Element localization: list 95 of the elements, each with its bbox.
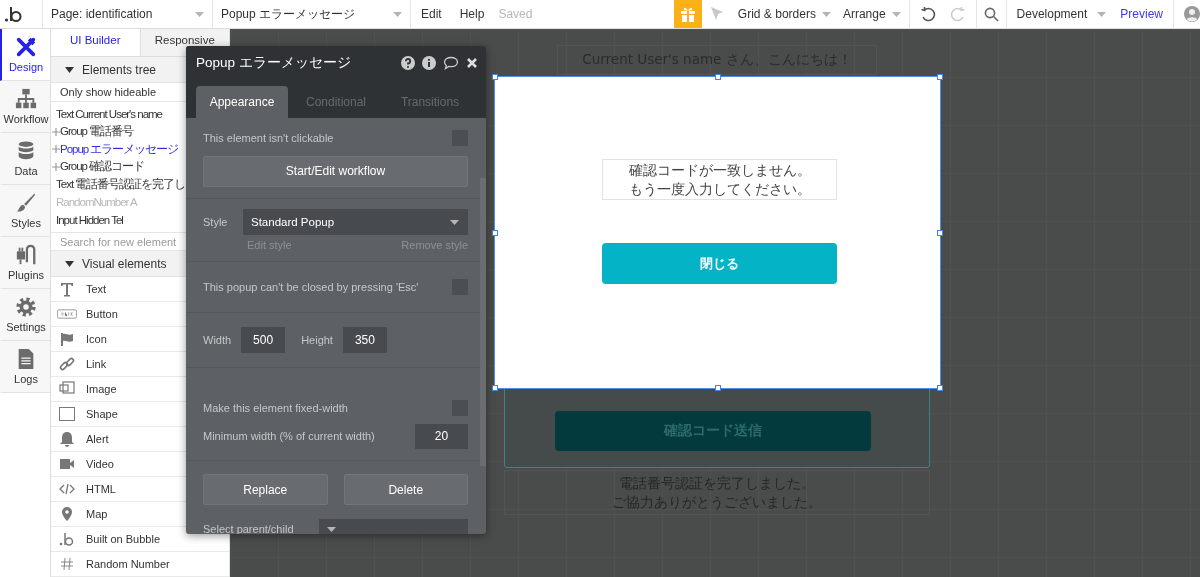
- arrange-menu[interactable]: Arrange: [836, 0, 910, 28]
- nav-tab[interactable]: Plugins: [0, 237, 50, 289]
- scrollbar[interactable]: [480, 178, 486, 466]
- popup-element[interactable]: 確認コードが一致しません。 もう一度入力してください。 閉じる: [495, 77, 940, 388]
- caret-icon: [195, 11, 204, 17]
- element-item[interactable]: Icon: [56, 331, 107, 347]
- element-item[interactable]: Built on Bubble: [56, 531, 160, 547]
- style-dropdown[interactable]: Standard Popup: [243, 209, 468, 235]
- action-button[interactable]: Delete: [343, 474, 468, 505]
- comment-icon[interactable]: [443, 56, 459, 70]
- caret-icon: [327, 526, 336, 532]
- tree-item[interactable]: Group 確認コード: [52, 158, 145, 176]
- caret-icon: [393, 11, 402, 17]
- element-item[interactable]: Video: [56, 456, 114, 472]
- nav-tab[interactable]: Logs: [0, 341, 50, 393]
- save-status: Saved: [498, 7, 533, 21]
- section-title: Visual elements: [82, 256, 167, 271]
- resize-handle[interactable]: [937, 74, 943, 80]
- close-button: 閉じる: [602, 243, 837, 284]
- design-icon: [15, 36, 37, 58]
- tree-item[interactable]: Popup エラーメッセージ: [52, 140, 179, 159]
- undo-icon[interactable]: [919, 6, 936, 22]
- resize-handle[interactable]: [714, 74, 721, 80]
- element-item[interactable]: Link: [56, 356, 107, 372]
- element-item[interactable]: HTML: [56, 481, 116, 497]
- field-label: Minimum width (% of current width): [203, 430, 375, 442]
- nav-tab[interactable]: Design: [0, 29, 50, 81]
- caret-icon: [450, 219, 459, 225]
- gear-icon: [15, 296, 37, 318]
- error-message-text: 確認コードが一致しません。 もう一度入力してください。: [602, 159, 837, 200]
- nav-tab[interactable]: Data: [0, 133, 50, 185]
- option-label: Make this element fixed-width: [203, 401, 348, 414]
- resize-handle[interactable]: [492, 385, 498, 391]
- field-label: Height: [301, 334, 333, 346]
- plus-icon[interactable]: [52, 145, 60, 154]
- menu-item[interactable]: Help: [459, 7, 485, 21]
- element-item[interactable]: Text: [56, 281, 107, 297]
- element-dropdown[interactable]: Popup エラーメッセージ: [213, 0, 411, 28]
- tree-item[interactable]: Input Hidden Tel: [56, 210, 123, 229]
- plus-icon[interactable]: [52, 162, 60, 171]
- click-button-icon: [57, 306, 77, 322]
- caret-icon: [1097, 11, 1107, 17]
- editor-tab[interactable]: Appearance: [196, 86, 288, 118]
- tree-item[interactable]: Text Current User's name: [56, 105, 162, 123]
- field-label: Width: [203, 334, 232, 346]
- plug-icon: [15, 244, 37, 266]
- tree-item[interactable]: Text 電話番号認証を完了し: [56, 175, 186, 194]
- number-field[interactable]: 350: [342, 327, 387, 353]
- element-item[interactable]: Alert: [56, 431, 109, 447]
- nav-tab[interactable]: Workflow: [0, 81, 50, 133]
- section-title: Elements tree: [82, 62, 157, 77]
- caret-icon: [891, 11, 901, 17]
- resize-handle[interactable]: [492, 229, 498, 236]
- option-label: This element isn't clickable: [203, 131, 334, 144]
- option-label: This popup can't be closed by pressing 'Esc': [203, 281, 419, 293]
- action-button[interactable]: Replace: [203, 474, 328, 505]
- menu-item[interactable]: Edit: [421, 7, 442, 21]
- bubble-logo-icon[interactable]: [4, 4, 24, 24]
- workflow-button[interactable]: Start/Edit workflow: [203, 155, 468, 187]
- avatar-icon[interactable]: [1184, 6, 1200, 22]
- triangle-icon[interactable]: [65, 260, 74, 267]
- element-item[interactable]: Shape: [56, 406, 118, 422]
- field-label: Style: [203, 216, 228, 228]
- info-icon[interactable]: [422, 56, 436, 70]
- element-item[interactable]: Image: [56, 381, 117, 397]
- resize-handle[interactable]: [937, 385, 943, 391]
- link-icon: [57, 356, 77, 372]
- resize-handle[interactable]: [492, 74, 498, 80]
- preview-link[interactable]: Preview: [1120, 7, 1163, 21]
- gift-icon: [679, 6, 696, 22]
- code-icon: [57, 481, 77, 497]
- close-icon[interactable]: [466, 57, 478, 69]
- triangle-icon[interactable]: [65, 66, 74, 73]
- help-icon[interactable]: [401, 56, 415, 70]
- hierarchy-icon: [15, 88, 37, 110]
- nav-tab[interactable]: Settings: [0, 289, 50, 341]
- square-icon: [57, 406, 77, 422]
- element-item[interactable]: Map: [56, 506, 108, 522]
- element-item[interactable]: Random Number: [56, 556, 170, 572]
- plus-icon[interactable]: [52, 127, 60, 136]
- page-dropdown[interactable]: Page: identification: [43, 0, 213, 28]
- number-field[interactable]: 20: [415, 423, 468, 449]
- version-dropdown[interactable]: Development: [1006, 0, 1117, 28]
- tree-item[interactable]: Group 電話番号: [52, 122, 134, 141]
- nav-tab[interactable]: Styles: [0, 185, 50, 237]
- video-camera-icon: [57, 456, 77, 472]
- search-icon[interactable]: [983, 6, 999, 22]
- grid-menu[interactable]: Grid & borders: [731, 0, 837, 28]
- resize-handle[interactable]: [714, 385, 721, 391]
- brush-icon: [15, 192, 37, 214]
- resize-handle[interactable]: [937, 229, 943, 236]
- caret-icon: [821, 11, 831, 17]
- image-icon: [57, 381, 77, 397]
- number-field[interactable]: 500: [241, 327, 286, 353]
- element-item[interactable]: Button: [56, 306, 118, 322]
